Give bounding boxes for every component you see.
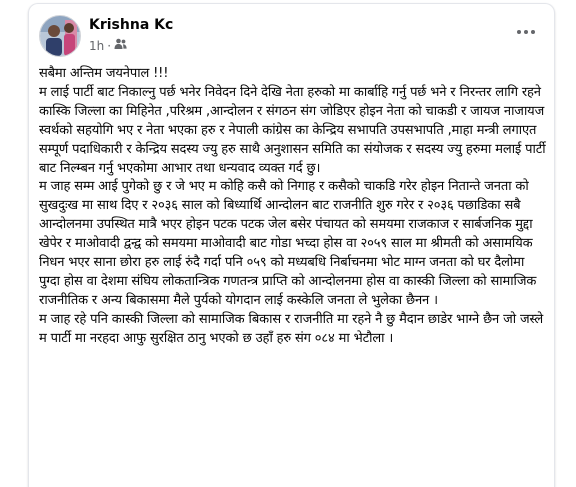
post-time[interactable]: 1h [89,39,104,53]
friends-icon[interactable] [114,38,127,53]
post-header: Krishna Kc 1h · [39,14,544,60]
author-avatar[interactable] [39,15,81,57]
meta-separator: · [107,38,112,53]
post-body: सबैमा अन्तिम जयनेपाल !!! म लाई पार्टी बा… [39,66,546,346]
post-card: Krishna Kc 1h · सबैमा अन्तिम जयनेपाल !!!… [28,3,555,487]
author-name[interactable]: Krishna Kc [89,17,173,33]
post-meta: 1h · [89,38,127,53]
more-options-icon[interactable] [510,20,542,44]
